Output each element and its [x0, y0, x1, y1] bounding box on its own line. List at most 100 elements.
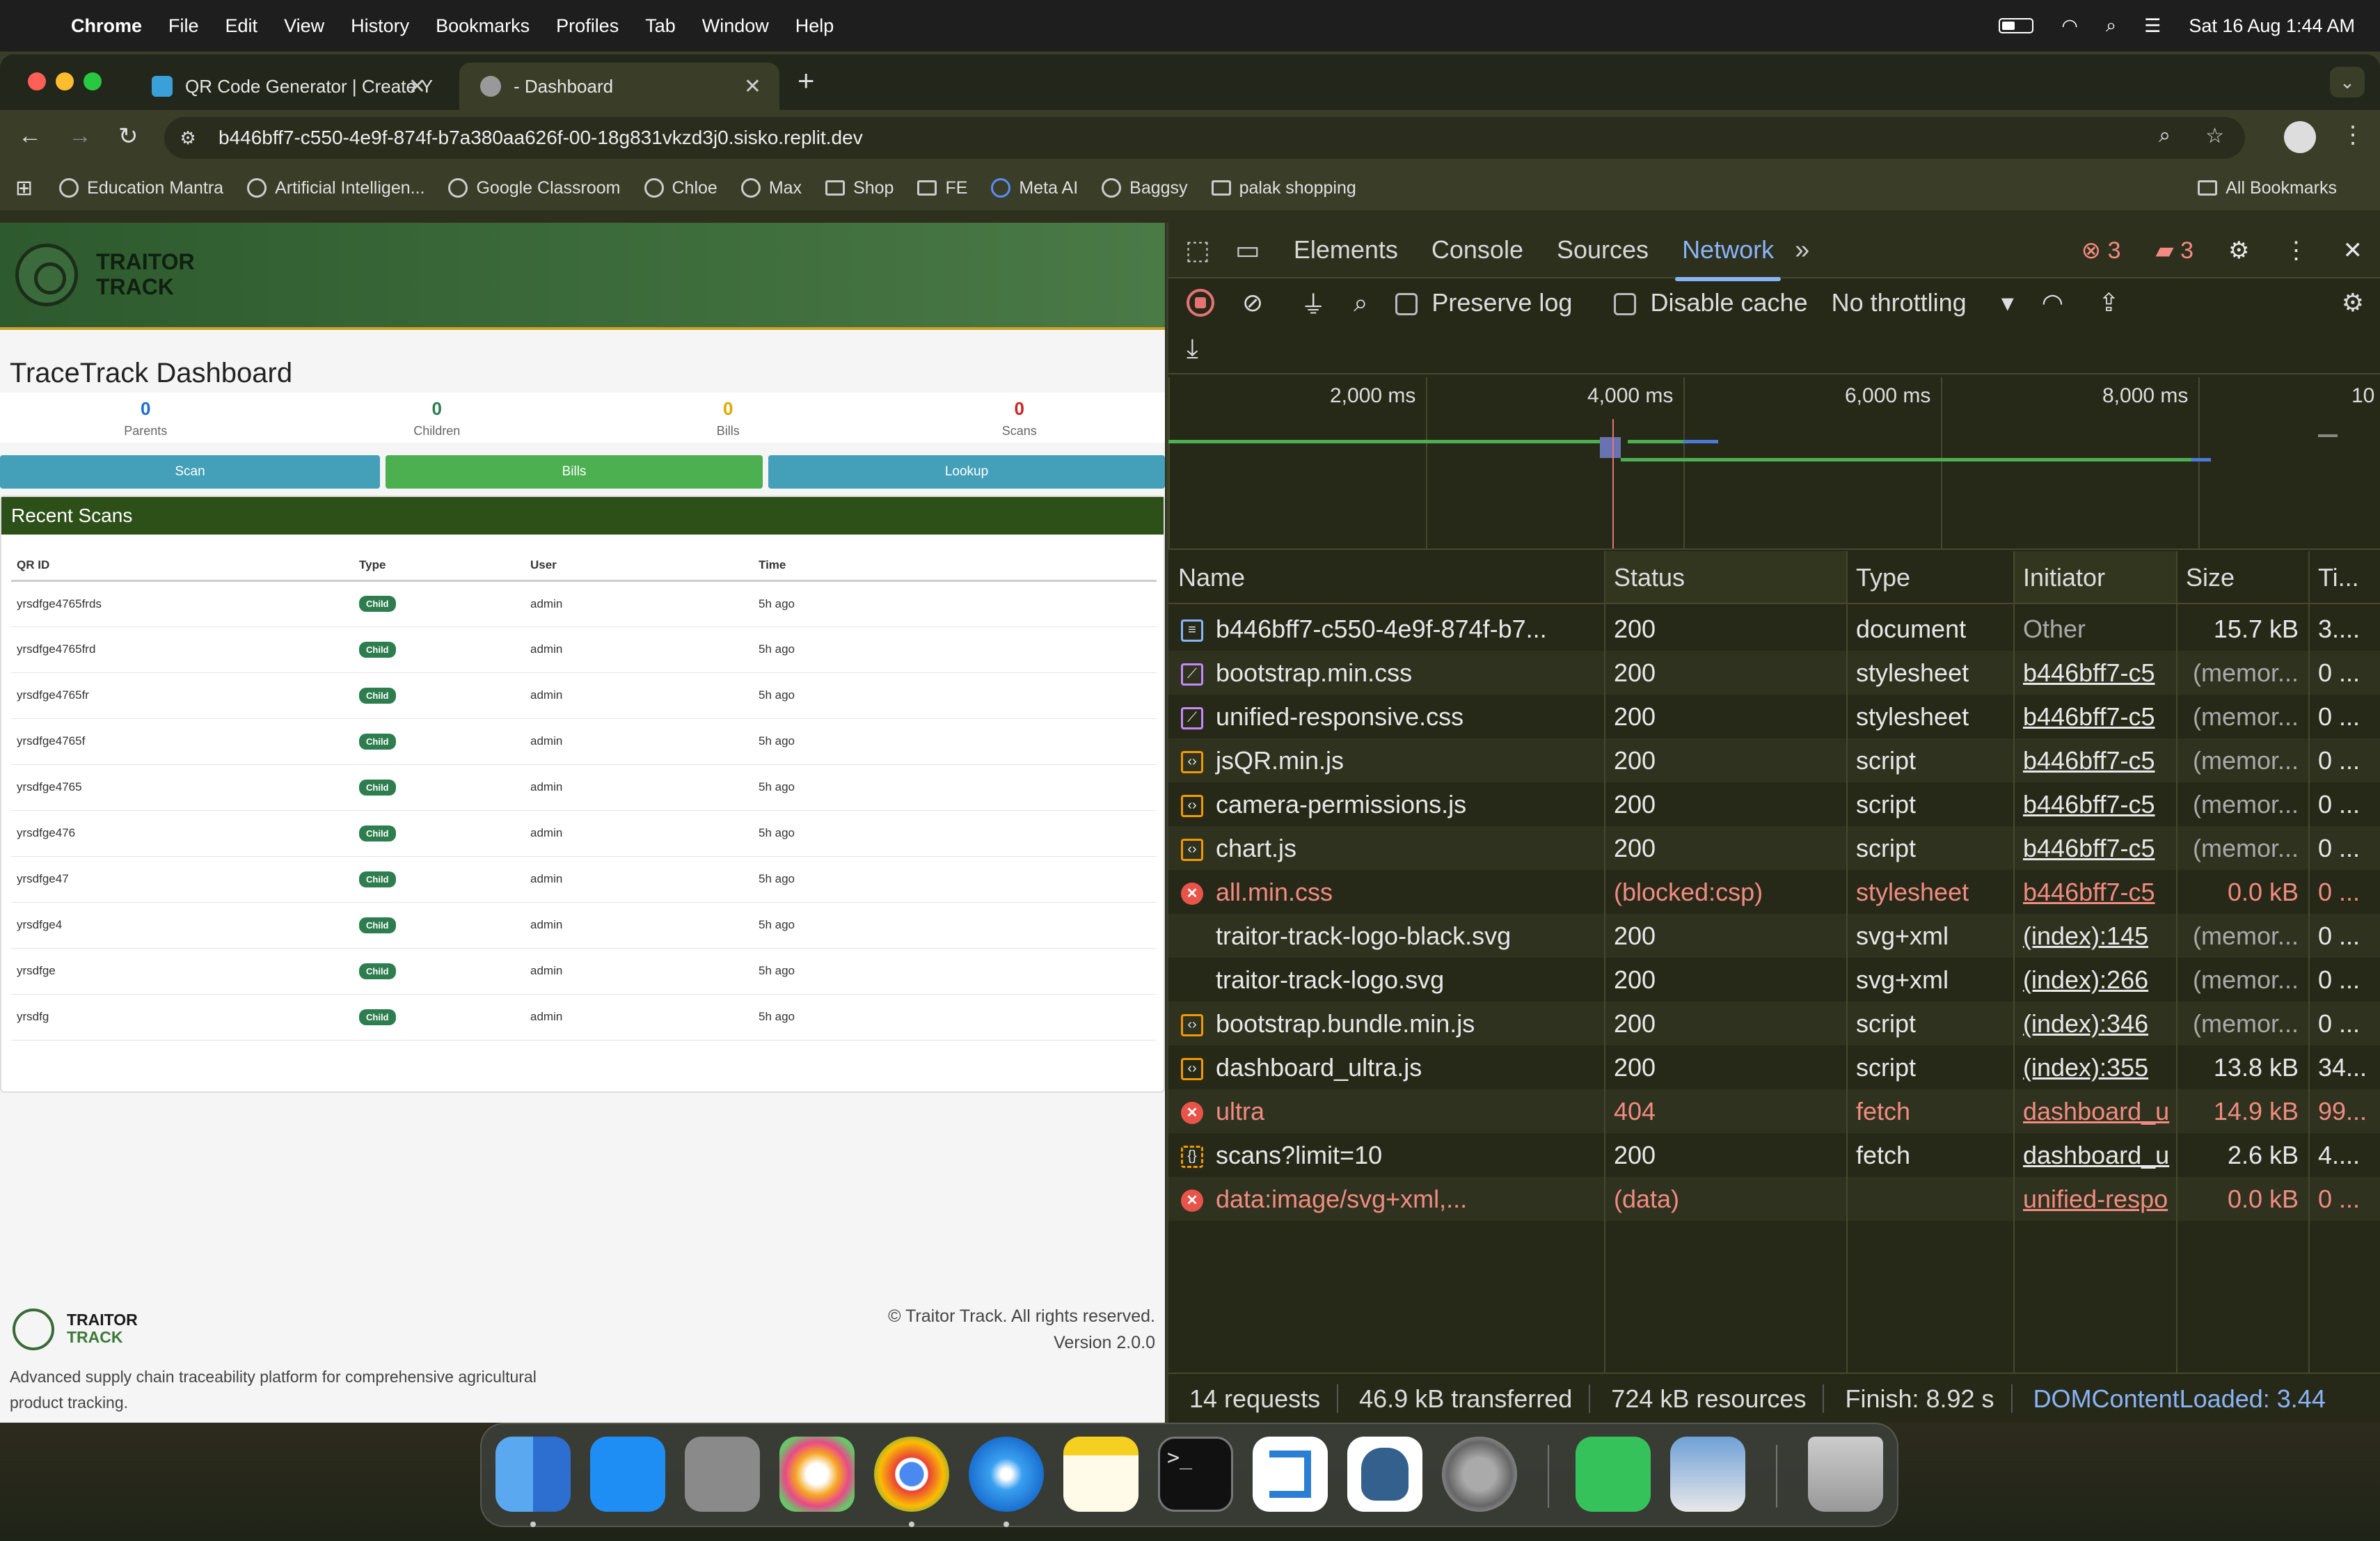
url-text[interactable]: b446bff7-c550-4e9f-874f-b7a380aa626f-00-…: [219, 127, 863, 149]
network-request-row[interactable]: ✕ all.min.css (blocked:csp) stylesheet b446b…: [1168, 870, 2380, 914]
column-header-status[interactable]: Status: [1604, 551, 1846, 604]
close-devtools-icon[interactable]: ✕: [2343, 237, 2363, 264]
request-initiator-cell[interactable]: (index):346: [2013, 1002, 2176, 1045]
tab-dashboard[interactable]: - Dashboard ✕: [459, 63, 779, 110]
request-name-cell[interactable]: ✕ data:image/svg+xml,...: [1168, 1177, 1604, 1221]
request-initiator-cell[interactable]: unified-respo: [2013, 1177, 2176, 1221]
bookmark-item[interactable]: Meta AI: [991, 178, 1078, 198]
request-initiator-cell[interactable]: (index):266: [2013, 958, 2176, 1002]
request-name-cell[interactable]: ✕ all.min.css: [1168, 870, 1604, 914]
launchpad-icon[interactable]: [685, 1437, 760, 1512]
request-initiator-cell[interactable]: b446bff7-c5: [2013, 782, 2176, 826]
finder-icon[interactable]: [495, 1437, 571, 1512]
bookmark-star-icon[interactable]: ☆: [2205, 124, 2224, 148]
request-initiator-cell[interactable]: b446bff7-c5: [2013, 826, 2176, 870]
filter-icon[interactable]: ⏚: [1301, 285, 1326, 321]
export-har-icon[interactable]: ⤓: [1187, 334, 1198, 364]
column-divider[interactable]: [2013, 551, 2015, 1373]
preserve-log-checkbox[interactable]: Preserve log: [1395, 288, 1572, 317]
menu-profiles[interactable]: Profiles: [556, 15, 619, 37]
tab-network[interactable]: Network: [1675, 235, 1782, 281]
close-window-button[interactable]: [28, 72, 46, 90]
request-initiator-cell[interactable]: b446bff7-c5: [2013, 870, 2176, 914]
chrome-menu-icon[interactable]: ⋮: [2341, 121, 2365, 149]
request-name-cell[interactable]: ‹› dashboard_ultra.js: [1168, 1045, 1604, 1089]
lookup-button[interactable]: Lookup: [768, 455, 1165, 489]
app-store-icon[interactable]: [590, 1437, 665, 1512]
menu-app-name[interactable]: Chrome: [71, 15, 142, 37]
request-name-cell[interactable]: ‹› camera-permissions.js: [1168, 782, 1604, 826]
close-tab-icon[interactable]: ✕: [744, 74, 761, 99]
devtools-settings-icon[interactable]: ⚙: [2228, 237, 2249, 264]
scan-button[interactable]: Scan: [0, 455, 380, 489]
request-initiator-cell[interactable]: b446bff7-c5: [2013, 651, 2176, 695]
preview-icon[interactable]: [1670, 1437, 1745, 1512]
inspect-element-icon[interactable]: ⬚: [1185, 235, 1210, 266]
import-har-icon[interactable]: ⇪: [2098, 288, 2119, 317]
tab-elements[interactable]: Elements: [1294, 235, 1398, 264]
throttling-select[interactable]: No throttling ▾: [1832, 288, 2014, 317]
record-stop-icon[interactable]: [1187, 289, 1214, 317]
spotlight-search-icon[interactable]: ⌕: [2106, 15, 2116, 37]
menu-edit[interactable]: Edit: [225, 15, 258, 37]
device-toolbar-icon[interactable]: ▭: [1235, 235, 1260, 266]
minimize-window-button[interactable]: [56, 72, 74, 90]
menu-help[interactable]: Help: [795, 15, 834, 37]
request-name-cell[interactable]: {} scans?limit=10: [1168, 1133, 1604, 1177]
bookmark-item[interactable]: Google Classroom: [448, 178, 621, 198]
tab-console[interactable]: Console: [1431, 235, 1523, 264]
column-divider[interactable]: [2176, 551, 2177, 1373]
network-request-row[interactable]: ‹› bootstrap.bundle.min.js 200 script (index…: [1168, 1002, 2380, 1045]
request-initiator-cell[interactable]: b446bff7-c5: [2013, 695, 2176, 738]
forward-icon[interactable]: →: [68, 123, 92, 150]
bookmark-item[interactable]: Education Mantra: [59, 178, 223, 198]
network-request-row[interactable]: traitor-track-logo-black.svg 200 svg+xml (i…: [1168, 914, 2380, 958]
vscode-icon[interactable]: [1253, 1437, 1328, 1512]
network-request-row[interactable]: ‹› chart.js 200 script b446bff7-c5 (memor... 0…: [1168, 826, 2380, 870]
bookmark-item[interactable]: Max: [740, 178, 802, 198]
search-icon[interactable]: ⌕: [1354, 288, 1367, 318]
bills-button[interactable]: Bills: [386, 455, 763, 489]
network-request-row[interactable]: ≡ b446bff7-c550-4e9f-874f-b7... 200 documen…: [1168, 607, 2380, 651]
network-overview-timeline[interactable]: 2,000 ms 4,000 ms 6,000 ms 8,000 ms 10: [1168, 377, 2380, 550]
bookmark-item[interactable]: Baggsy: [1102, 178, 1188, 198]
zoom-icon[interactable]: ⌕: [2159, 124, 2171, 148]
system-settings-icon[interactable]: [1442, 1437, 1517, 1512]
notes-icon[interactable]: [1063, 1437, 1139, 1512]
column-divider[interactable]: [1604, 551, 1605, 1373]
network-request-row[interactable]: ✕ ultra 404 fetch dashboard_u 14.9 kB 99...: [1168, 1089, 2380, 1133]
network-request-row[interactable]: traitor-track-logo.svg 200 svg+xml (index):…: [1168, 958, 2380, 1002]
request-name-cell[interactable]: traitor-track-logo-black.svg: [1168, 914, 1604, 958]
request-initiator-cell[interactable]: dashboard_u: [2013, 1133, 2176, 1177]
disable-cache-checkbox[interactable]: Disable cache: [1614, 288, 1808, 317]
bookmark-item[interactable]: Artificial Intelligen...: [247, 178, 425, 198]
tab-qr-code-generator[interactable]: QR Code Generator | Create Y ✕: [131, 63, 444, 110]
site-logo-text[interactable]: TRAITOR TRACK: [96, 249, 195, 299]
column-header-size[interactable]: Size: [2176, 551, 2308, 604]
request-initiator-cell[interactable]: b446bff7-c5: [2013, 738, 2176, 782]
network-request-row[interactable]: ✕ data:image/svg+xml,... (data) unified-res…: [1168, 1177, 2380, 1221]
column-header-time[interactable]: Ti...: [2308, 551, 2380, 604]
network-settings-icon[interactable]: ⚙: [2342, 288, 2364, 317]
request-initiator-cell[interactable]: (index):145: [2013, 914, 2176, 958]
network-request-row[interactable]: ⟋ bootstrap.min.css 200 stylesheet b446bff7-…: [1168, 651, 2380, 695]
menubar-clock[interactable]: Sat 16 Aug 1:44 AM: [2189, 15, 2355, 37]
safari-icon[interactable]: [969, 1437, 1044, 1512]
profile-avatar[interactable]: [2284, 121, 2316, 153]
control-center-icon[interactable]: ☰: [2144, 15, 2161, 37]
postgresql-icon[interactable]: [1347, 1437, 1422, 1512]
clear-icon[interactable]: ⊘: [1242, 288, 1263, 317]
zoom-window-button[interactable]: [84, 72, 102, 90]
request-name-cell[interactable]: ‹› jsQR.min.js: [1168, 738, 1604, 782]
request-name-cell[interactable]: ⟋ unified-responsive.css: [1168, 695, 1604, 738]
network-request-row[interactable]: ‹› dashboard_ultra.js 200 script (index):355…: [1168, 1045, 2380, 1089]
tab-sources[interactable]: Sources: [1557, 235, 1649, 264]
request-name-cell[interactable]: ✕ ultra: [1168, 1089, 1604, 1133]
network-conditions-icon[interactable]: ◠: [2042, 288, 2063, 317]
site-info-icon[interactable]: ⚙: [174, 124, 202, 152]
close-tab-icon[interactable]: ✕: [408, 74, 426, 99]
terminal-icon[interactable]: >_: [1158, 1437, 1233, 1512]
bookmark-item[interactable]: Chloe: [644, 178, 717, 198]
all-bookmarks[interactable]: All Bookmarks: [2198, 178, 2337, 198]
network-request-row[interactable]: ‹› jsQR.min.js 200 script b446bff7-c5 (memor.…: [1168, 738, 2380, 782]
